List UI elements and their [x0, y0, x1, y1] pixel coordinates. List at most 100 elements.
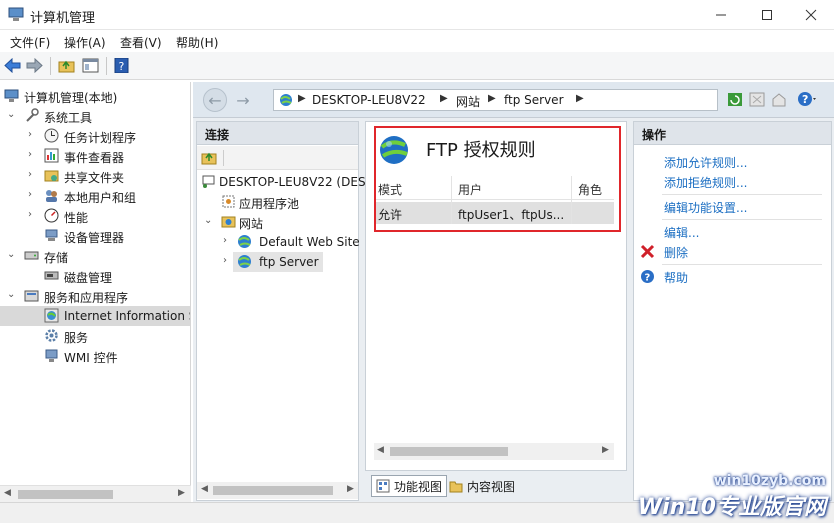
iis-manager: ← → ▶ DESKTOP-LEU8V22 ▶ 网站 ▶ ftp Server … [193, 82, 834, 502]
conn-item-default-site[interactable]: › Default Web Site [197, 232, 360, 252]
svg-text:?: ? [645, 273, 651, 284]
watermark-brand: Win10专业版官网 [637, 495, 826, 520]
back-button[interactable]: ← [203, 88, 227, 112]
wmi-icon [44, 348, 59, 363]
menu-file[interactable]: 文件(F) [10, 34, 50, 51]
tree-item-services[interactable]: 服务 [0, 326, 190, 346]
scroll-left-icon[interactable]: ◀ [4, 488, 11, 498]
app-pool-icon [221, 194, 236, 209]
conn-item-sites[interactable]: ⌄ 网站 [197, 212, 360, 232]
address-path[interactable]: ▶ DESKTOP-LEU8V22 ▶ 网站 ▶ ftp Server ▶ [273, 89, 718, 111]
menu-view[interactable]: 查看(V) [120, 34, 162, 51]
tree-label: Internet Information S [64, 309, 191, 323]
connections-toolbar [197, 146, 358, 170]
minimize-button[interactable] [698, 0, 744, 30]
tree-item-event-viewer[interactable]: › 事件查看器 [0, 146, 190, 166]
help-icon[interactable]: ? [797, 90, 816, 106]
tree-item-services-apps[interactable]: ⌄ 服务和应用程序 [0, 286, 190, 306]
breadcrumb-arrow-icon: ▶ [440, 93, 448, 104]
conn-item-ftp-server[interactable]: ftp Server [233, 252, 323, 272]
shared-folder-icon [44, 168, 59, 183]
connections-horizontal-scrollbar[interactable]: ◀ ▶ [197, 482, 358, 499]
tree-item-system-tools[interactable]: ⌄ 系统工具 [0, 106, 190, 126]
help-icon: ? [640, 269, 655, 284]
delete-link[interactable]: 删除 [664, 244, 688, 261]
chevron-down-icon[interactable]: ⌄ [7, 249, 15, 260]
tree-item-storage[interactable]: ⌄ 存储 [0, 246, 190, 266]
tree-item-task-scheduler[interactable]: › 任务计划程序 [0, 126, 190, 146]
back-arrow-icon[interactable] [4, 57, 21, 74]
column-header-roles[interactable]: 角色 [578, 181, 602, 198]
forward-arrow-icon[interactable] [26, 57, 43, 74]
conn-item-server[interactable]: DESKTOP-LEU8V22 (DES [197, 172, 366, 192]
tree-label: 磁盘管理 [64, 271, 113, 285]
column-header-mode[interactable]: 模式 [378, 181, 402, 198]
action-separator [662, 194, 822, 195]
gear-icon [44, 328, 59, 343]
chevron-right-icon[interactable]: › [223, 255, 227, 266]
help-book-icon[interactable]: ? [113, 57, 130, 74]
add-deny-rule-link[interactable]: 添加拒绝规则... [664, 174, 747, 191]
chevron-down-icon[interactable]: ⌄ [7, 289, 15, 300]
tree-item-local-users[interactable]: › 本地用户和组 [0, 186, 190, 206]
scroll-thumb[interactable] [213, 486, 333, 495]
cell-users: ftpUser1、ftpUs... [458, 208, 565, 222]
tree-item-performance[interactable]: › 性能 [0, 206, 190, 226]
disk-icon [44, 268, 59, 283]
scroll-left-icon[interactable]: ◀ [201, 484, 208, 494]
scroll-right-icon[interactable]: ▶ [602, 445, 609, 455]
cell-mode: 允许 [378, 208, 403, 222]
forward-button[interactable]: → [231, 88, 255, 112]
folder-up-icon[interactable] [58, 58, 75, 73]
tab-content-view[interactable]: 内容视图 [445, 475, 519, 497]
server-icon [201, 174, 216, 189]
chevron-right-icon[interactable]: › [28, 149, 32, 160]
tab-features-view[interactable]: 功能视图 [371, 475, 448, 497]
tree-label: 事件查看器 [64, 151, 125, 165]
users-icon [44, 188, 59, 203]
maximize-button[interactable] [744, 0, 790, 30]
tree-item-iis[interactable]: Internet Information S [0, 306, 191, 326]
chevron-right-icon[interactable]: › [223, 235, 227, 246]
tree-item-wmi[interactable]: WMI 控件 [0, 346, 190, 366]
tree-item-shared-folders[interactable]: › 共享文件夹 [0, 166, 190, 186]
refresh-icon[interactable] [727, 92, 743, 107]
chevron-right-icon[interactable]: › [28, 129, 32, 140]
chevron-down-icon[interactable]: ⌄ [204, 215, 212, 226]
breadcrumb-site[interactable]: ftp Server [504, 93, 564, 107]
connect-icon[interactable] [201, 150, 217, 168]
chevron-right-icon[interactable]: › [28, 209, 32, 220]
stop-icon[interactable] [749, 92, 765, 107]
scroll-thumb[interactable] [18, 490, 113, 499]
edit-feature-settings-link[interactable]: 编辑功能设置... [664, 199, 747, 216]
breadcrumb-sites[interactable]: 网站 [456, 93, 480, 110]
close-button[interactable] [788, 0, 834, 30]
add-allow-rule-link[interactable]: 添加允许规则... [664, 154, 747, 171]
menu-help[interactable]: 帮助(H) [176, 34, 218, 51]
tree-item-device-manager[interactable]: 设备管理器 [0, 226, 190, 246]
show-hide-tree-icon[interactable] [82, 58, 99, 73]
feature-horizontal-scrollbar[interactable]: ◀ ▶ [374, 443, 614, 460]
column-header-users[interactable]: 用户 [458, 181, 482, 198]
tree-horizontal-scrollbar[interactable]: ◀ ▶ [0, 485, 191, 502]
breadcrumb-server[interactable]: DESKTOP-LEU8V22 [312, 93, 426, 107]
table-row[interactable]: 允许 ftpUser1、ftpUs... [374, 202, 614, 224]
chevron-right-icon[interactable]: › [28, 169, 32, 180]
tree-item-disk-management[interactable]: 磁盘管理 [0, 266, 190, 286]
edit-link[interactable]: 编辑... [664, 224, 699, 241]
conn-item-app-pools[interactable]: 应用程序池 [197, 192, 360, 212]
scroll-right-icon[interactable]: ▶ [347, 484, 354, 494]
close-icon [805, 9, 817, 21]
help-link[interactable]: 帮助 [664, 269, 688, 286]
home-icon[interactable] [771, 92, 787, 107]
chevron-right-icon[interactable]: › [28, 189, 32, 200]
chevron-down-icon[interactable]: ⌄ [7, 109, 15, 120]
scroll-right-icon[interactable]: ▶ [178, 488, 185, 498]
menu-action[interactable]: 操作(A) [64, 34, 106, 51]
clock-icon [44, 128, 59, 143]
tab-label: 内容视图 [467, 479, 516, 494]
tree-item-root[interactable]: 计算机管理(本地) [0, 86, 190, 106]
svg-text:?: ? [802, 93, 808, 106]
scroll-thumb[interactable] [390, 447, 508, 456]
scroll-left-icon[interactable]: ◀ [377, 445, 384, 455]
